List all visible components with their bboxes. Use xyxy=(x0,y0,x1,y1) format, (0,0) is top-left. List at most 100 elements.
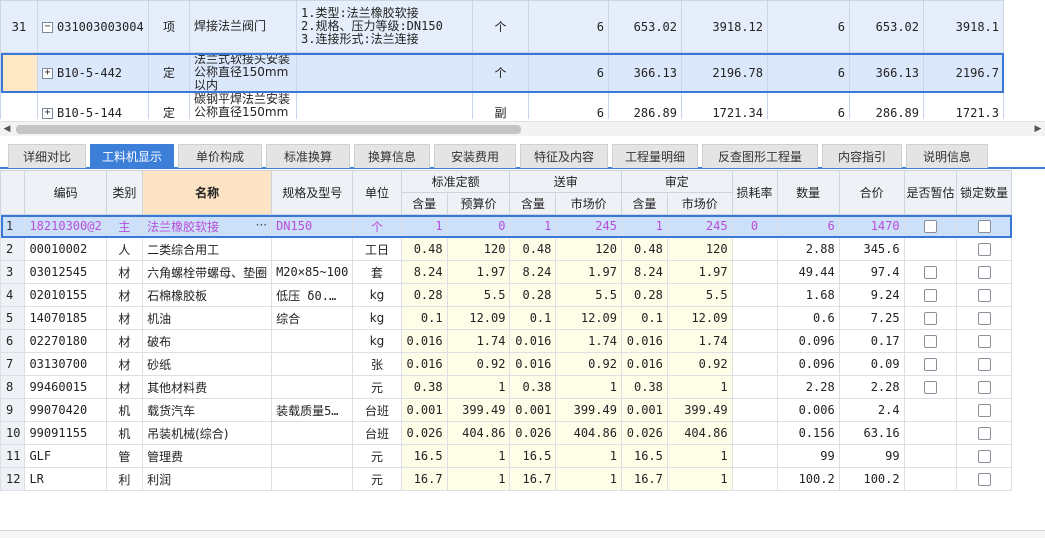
tab-4[interactable]: 换算信息 xyxy=(354,144,430,168)
resource-p3[interactable]: 404.86 xyxy=(666,421,733,445)
resource-loss-rate[interactable] xyxy=(731,375,778,399)
resource-amount[interactable]: 0.096 xyxy=(776,352,840,376)
resource-type[interactable]: 材 xyxy=(105,352,144,376)
resource-loss-rate[interactable] xyxy=(731,329,778,353)
resource-code[interactable]: 18210300@2 xyxy=(24,214,107,238)
resource-q2[interactable]: 16.5 xyxy=(509,444,557,468)
resource-code[interactable]: 03012545 xyxy=(24,260,107,284)
resource-type[interactable]: 材 xyxy=(105,283,144,307)
resource-spec[interactable]: M20×85~100 xyxy=(271,260,354,284)
resource-unit[interactable]: 套 xyxy=(352,260,402,284)
resource-q1[interactable]: 0.48 xyxy=(400,237,448,261)
resource-q3[interactable]: 16.7 xyxy=(620,467,668,491)
item-name[interactable]: 法兰式软接头安装 公称直径150mm以内 xyxy=(189,52,297,93)
resource-row[interactable]: 12 LR 利利润元 16.7 1 16.7 1 16.7 1 100.2 100.2 xyxy=(0,467,1012,491)
resource-q3[interactable]: 0.001 xyxy=(620,398,668,422)
locked-qty-checkbox[interactable] xyxy=(977,381,991,394)
resource-code[interactable]: 14070185 xyxy=(24,306,107,330)
resource-p1[interactable]: 5.5 xyxy=(446,283,511,307)
resource-row[interactable]: 8 99460015 材其他材料费元 0.38 1 0.38 1 0.38 1 2.28 2.28 xyxy=(0,375,1012,399)
expand-icon[interactable]: + xyxy=(42,107,53,119)
resource-q3[interactable]: 0.28 xyxy=(620,283,668,307)
resource-p1[interactable]: 1 xyxy=(446,467,511,491)
item-code-cell[interactable]: −031003003004 xyxy=(37,0,149,53)
resource-p2[interactable]: 1 xyxy=(555,444,622,468)
resource-p2[interactable]: 0.92 xyxy=(555,352,622,376)
resource-type[interactable]: 材 xyxy=(105,375,144,399)
resource-p3[interactable]: 0.92 xyxy=(666,352,733,376)
resource-p2[interactable]: 120 xyxy=(555,237,622,261)
expand-icon[interactable]: + xyxy=(42,67,53,79)
resource-row[interactable]: 1 18210300@2 主法兰橡胶软接 ··· DN150 个 1 0 1 245 1 245 0 6 1… xyxy=(0,214,1012,238)
audit-qty-header[interactable]: 含量 xyxy=(620,192,668,215)
resource-name[interactable]: 载货汽车 xyxy=(142,398,273,422)
resource-q2[interactable]: 0.1 xyxy=(509,306,557,330)
tab-7[interactable]: 工程量明细 xyxy=(612,144,698,168)
resource-spec[interactable]: 综合 xyxy=(271,306,354,330)
resource-amount[interactable]: 0.006 xyxy=(776,398,840,422)
resource-spec[interactable] xyxy=(271,237,354,261)
provisional-checkbox[interactable] xyxy=(923,266,937,279)
resource-code[interactable]: 99460015 xyxy=(24,375,107,399)
resource-name[interactable]: 二类综合用工 xyxy=(142,237,273,261)
resource-spec[interactable]: DN150 xyxy=(271,214,354,238)
resource-row[interactable]: 3 03012545 材六角螺栓带螺母、垫圈 M20×85~100 套 8.24 1.97 8… xyxy=(0,260,1012,284)
resource-amount[interactable]: 99 xyxy=(776,444,840,468)
tab-1[interactable]: 工料机显示 xyxy=(90,144,174,168)
scroll-left-icon[interactable]: ◀ xyxy=(0,122,14,137)
resource-name[interactable]: 石棉橡胶板 xyxy=(142,283,273,307)
item-row[interactable]: +B10-5-144定碳钢平焊法兰安装 公称直径150mm以内副6286.891… xyxy=(0,92,1004,119)
tab-0[interactable]: 详细对比 xyxy=(8,144,86,168)
resource-p2[interactable]: 1 xyxy=(555,467,622,491)
resource-loss-rate[interactable] xyxy=(731,283,778,307)
resource-type[interactable]: 机 xyxy=(105,421,144,445)
resource-spec[interactable] xyxy=(271,421,354,445)
item-row[interactable]: + B10-5-442 定法兰式软接头安装 公称直径150mm以内个 6 366.13 2… xyxy=(0,52,1004,93)
resource-unit[interactable]: 工日 xyxy=(352,237,402,261)
resource-q1[interactable]: 0.1 xyxy=(400,306,448,330)
locked-qty-checkbox[interactable] xyxy=(977,450,991,463)
resource-p3[interactable]: 1.74 xyxy=(666,329,733,353)
resource-p1[interactable]: 1 xyxy=(446,375,511,399)
resource-row[interactable]: 6 02270180 材破布 kg 0.016 1.74 0.016 1.74 0.016 1.7… xyxy=(0,329,1012,353)
resource-amount[interactable]: 100.2 xyxy=(776,467,840,491)
provisional-checkbox[interactable] xyxy=(923,335,937,348)
resource-loss-rate[interactable] xyxy=(731,237,778,261)
resource-loss-rate[interactable] xyxy=(731,398,778,422)
provisional-checkbox[interactable] xyxy=(923,312,937,325)
resource-p2[interactable]: 12.09 xyxy=(555,306,622,330)
resource-type[interactable]: 主 xyxy=(105,214,144,238)
resource-row[interactable]: 11 GLF 管管理费元 16.5 1 16.5 1 16.5 1 99 99 xyxy=(0,444,1012,468)
resource-name[interactable]: 六角螺栓带螺母、垫圈 xyxy=(142,260,273,284)
resource-loss-rate[interactable] xyxy=(731,421,778,445)
unit-header[interactable]: 单位 xyxy=(352,170,402,215)
resource-code[interactable]: 03130700 xyxy=(24,352,107,376)
resource-name[interactable]: 法兰橡胶软接 ··· xyxy=(142,214,273,238)
spec-header[interactable]: 规格及型号 xyxy=(271,170,354,215)
resource-unit[interactable]: 个 xyxy=(352,214,402,238)
resource-row[interactable]: 9 99070420 机载货汽车 装载质量5… 台班 0.001 399.49 0.001 39… xyxy=(0,398,1012,422)
resource-amount[interactable]: 6 xyxy=(776,214,840,238)
resource-name[interactable]: 管理费 xyxy=(142,444,273,468)
resource-q1[interactable]: 0.28 xyxy=(400,283,448,307)
locked-qty-checkbox[interactable] xyxy=(977,220,991,233)
resource-q3[interactable]: 0.026 xyxy=(620,421,668,445)
resource-amount[interactable]: 0.156 xyxy=(776,421,840,445)
item-code-cell[interactable]: + B10-5-144 xyxy=(37,92,149,119)
resource-q2[interactable]: 0.016 xyxy=(509,329,557,353)
resource-name[interactable]: 机油 xyxy=(142,306,273,330)
resource-row[interactable]: 7 03130700 材砂纸张 0.016 0.92 0.016 0.92 0.016 0.92… xyxy=(0,352,1012,376)
resource-p3[interactable]: 1.97 xyxy=(666,260,733,284)
audit-market-price-header[interactable]: 市场价 xyxy=(666,192,733,215)
resource-p3[interactable]: 245 xyxy=(666,214,733,238)
resource-q3[interactable]: 1 xyxy=(620,214,668,238)
scrollbar-thumb[interactable] xyxy=(16,125,521,134)
resource-loss-rate[interactable] xyxy=(731,467,778,491)
locked-qty-checkbox[interactable] xyxy=(977,473,991,486)
resource-p1[interactable]: 1 xyxy=(446,444,511,468)
item-name[interactable]: 碳钢平焊法兰安装 公称直径150mm以内 xyxy=(189,92,297,119)
resource-row[interactable]: 5 14070185 材机油 综合 kg 0.1 12.09 0.1 12.09 0.1 12.09… xyxy=(0,306,1012,330)
resource-spec[interactable] xyxy=(271,375,354,399)
resource-p3[interactable]: 399.49 xyxy=(666,398,733,422)
resource-p1[interactable]: 0 xyxy=(446,214,511,238)
